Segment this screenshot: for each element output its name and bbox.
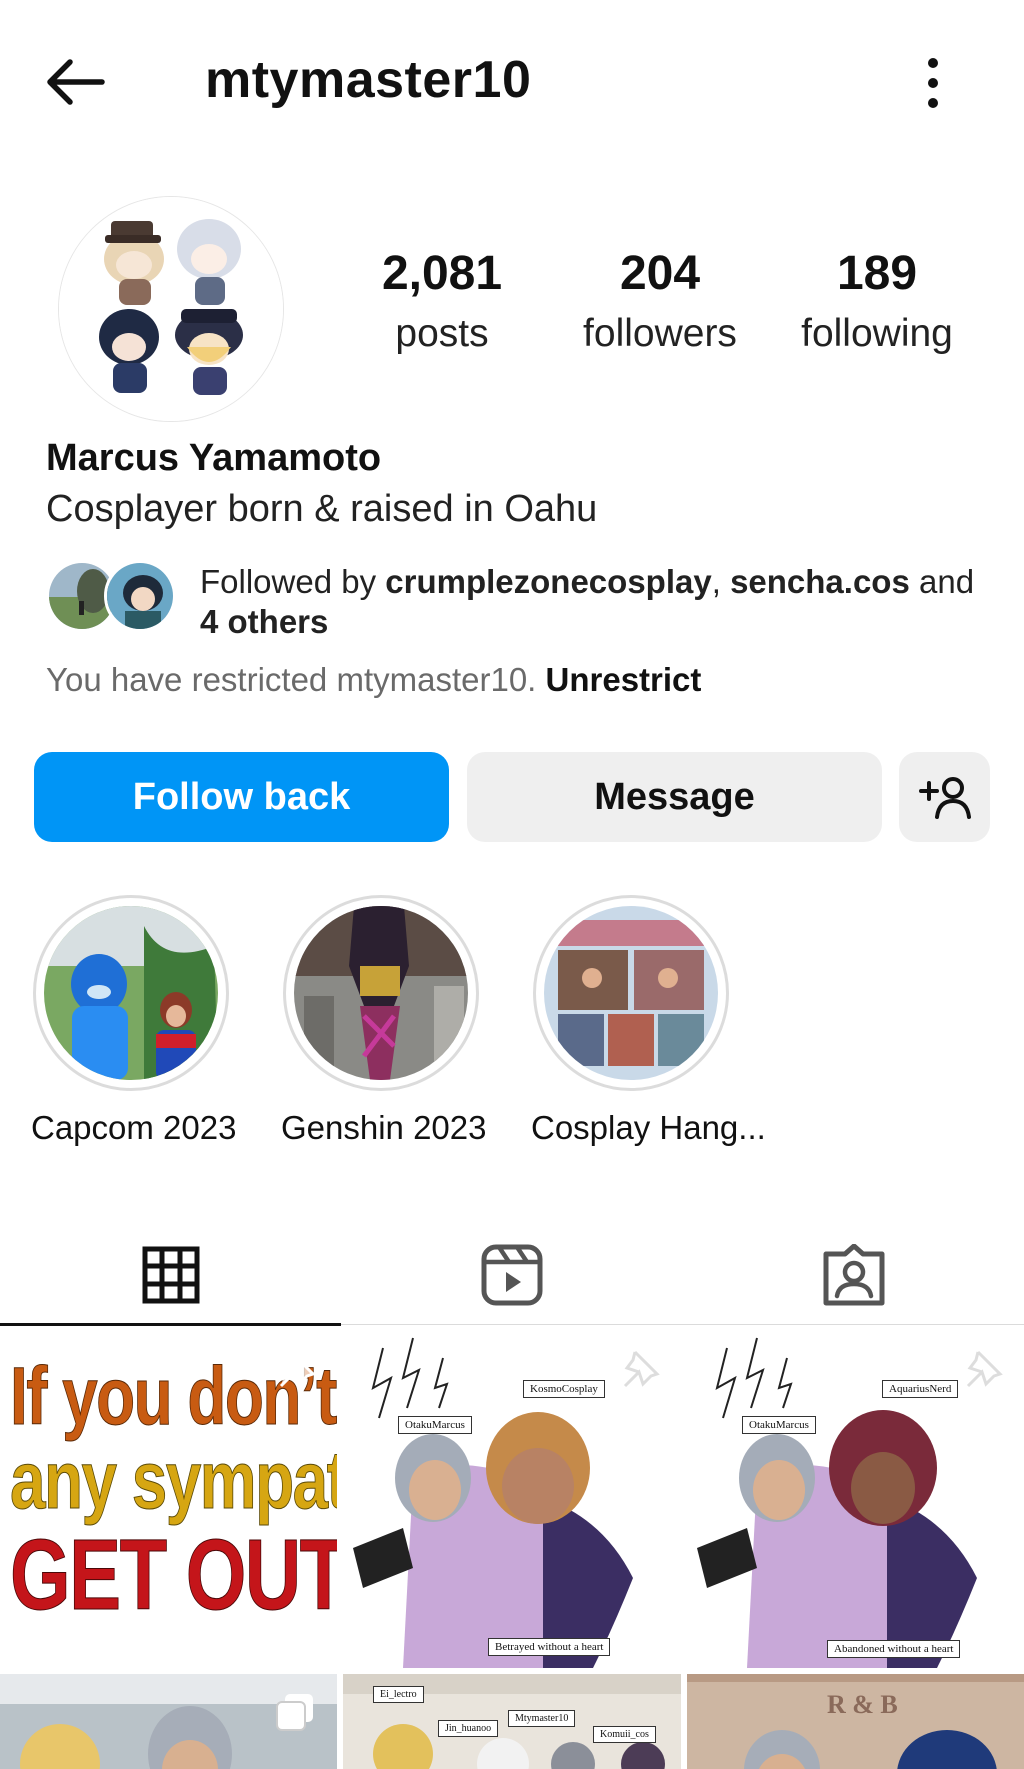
tagged-user-icon [823,1244,884,1306]
post-tag-left: OtakuMarcus [398,1416,472,1434]
post-tag-3: Mtymaster10 [508,1710,576,1727]
post-tag-4: Komuii_cos [593,1726,656,1743]
profile-tabs [0,1225,1024,1326]
followed-by-others[interactable]: 4 others [200,603,328,640]
multiple-posts-icon [276,1694,313,1731]
highlight-cover [294,906,468,1080]
vertical-dots-icon [928,58,938,108]
highlight-ring [283,895,479,1091]
followers-count: 204 [619,247,701,300]
restricted-notice: You have restricted mtymaster10. Unrestr… [46,661,701,699]
highlight-cosplay-hang[interactable]: Cosplay Hang... [531,895,766,1147]
posts-stat[interactable]: 2,081 posts [342,250,542,356]
highlight-label: Capcom 2023 [31,1109,237,1146]
grid-post-2[interactable]: KosmoCosplay OtakuMarcus Betrayed withou… [343,1328,681,1668]
suggested-users-button[interactable] [899,752,990,842]
post-meme-line-3: GET OUT!!! [10,1519,337,1632]
post-tag-bottom: Abandoned without a heart [827,1640,961,1658]
following-label: following [801,312,953,355]
followed-by-prefix: Followed by [200,563,386,600]
highlight-ring [533,895,729,1091]
more-options-button[interactable] [915,55,951,111]
post-meme-line-2: any sympathy [10,1435,337,1527]
grid-post-3[interactable]: AquariusNerd OtakuMarcus Abandoned witho… [687,1328,1024,1668]
grid-post-6[interactable]: R & B [687,1674,1024,1769]
profile-full-name: Marcus Yamamoto [46,437,382,479]
post-tag-top: KosmoCosplay [523,1380,605,1398]
profile-bio: Cosplayer born & raised in Oahu [46,488,598,530]
highlight-cover [44,906,218,1080]
post-sign-text: R & B [827,1690,898,1719]
follow-back-button[interactable]: Follow back [34,752,449,842]
post-tag-top: AquariusNerd [882,1380,959,1398]
followed-by-user-2[interactable]: sencha.cos [730,563,910,600]
back-button[interactable] [40,52,120,112]
tab-tagged[interactable] [683,1225,1024,1325]
profile-stats: 2,081 posts 204 followers 189 following [0,250,1024,370]
grid-post-1[interactable]: If you don’t have any sympathy GET OUT!!… [0,1328,337,1668]
posts-label: posts [395,312,489,355]
arrow-left-icon [47,59,105,105]
post-tag-2: Jin_huanoo [438,1720,499,1737]
highlight-label: Cosplay Hang... [531,1109,766,1146]
message-button[interactable]: Message [467,752,882,842]
post-tag-1: Ei_lectro [373,1686,424,1703]
followed-by-row[interactable]: Followed by crumplezonecosplay, sencha.c… [46,556,996,646]
followed-by-and: and [909,563,975,600]
pin-icon [623,1350,660,1388]
followed-by-separator: , [711,563,731,600]
posts-count: 2,081 [381,247,503,300]
profile-username: mtymaster10 [205,51,532,109]
pin-icon [279,1350,316,1388]
add-user-icon [918,777,971,819]
highlight-capcom-2023[interactable]: Capcom 2023 [31,895,237,1147]
top-bar: mtymaster10 [0,0,1024,160]
highlight-ring [33,895,229,1091]
pin-icon [966,1350,1003,1388]
reels-icon [481,1244,542,1306]
grid-icon [142,1246,199,1304]
restricted-text: You have restricted mtymaster10. [46,661,546,698]
grid-post-4[interactable] [0,1674,337,1769]
tab-reels[interactable] [341,1225,682,1325]
followed-by-user-1[interactable]: crumplezonecosplay [385,563,711,600]
post-tag-left: OtakuMarcus [742,1416,816,1434]
followers-stat[interactable]: 204 followers [560,250,760,356]
grid-post-5[interactable]: Ei_lectro Jin_huanoo Mtymaster10 Komuii_… [343,1674,681,1769]
highlight-genshin-2023[interactable]: Genshin 2023 [281,895,487,1147]
highlight-cover [544,906,718,1080]
unrestrict-link[interactable]: Unrestrict [546,661,702,698]
following-stat[interactable]: 189 following [777,250,977,356]
highlight-label: Genshin 2023 [281,1109,487,1146]
followers-label: followers [583,312,737,355]
following-count: 189 [836,247,918,300]
post-tag-bottom: Betrayed without a heart [488,1638,611,1656]
follower-avatar-2 [104,560,176,632]
tab-posts-grid[interactable] [0,1225,341,1326]
followed-by-text: Followed by crumplezonecosplay, sencha.c… [200,562,1000,642]
